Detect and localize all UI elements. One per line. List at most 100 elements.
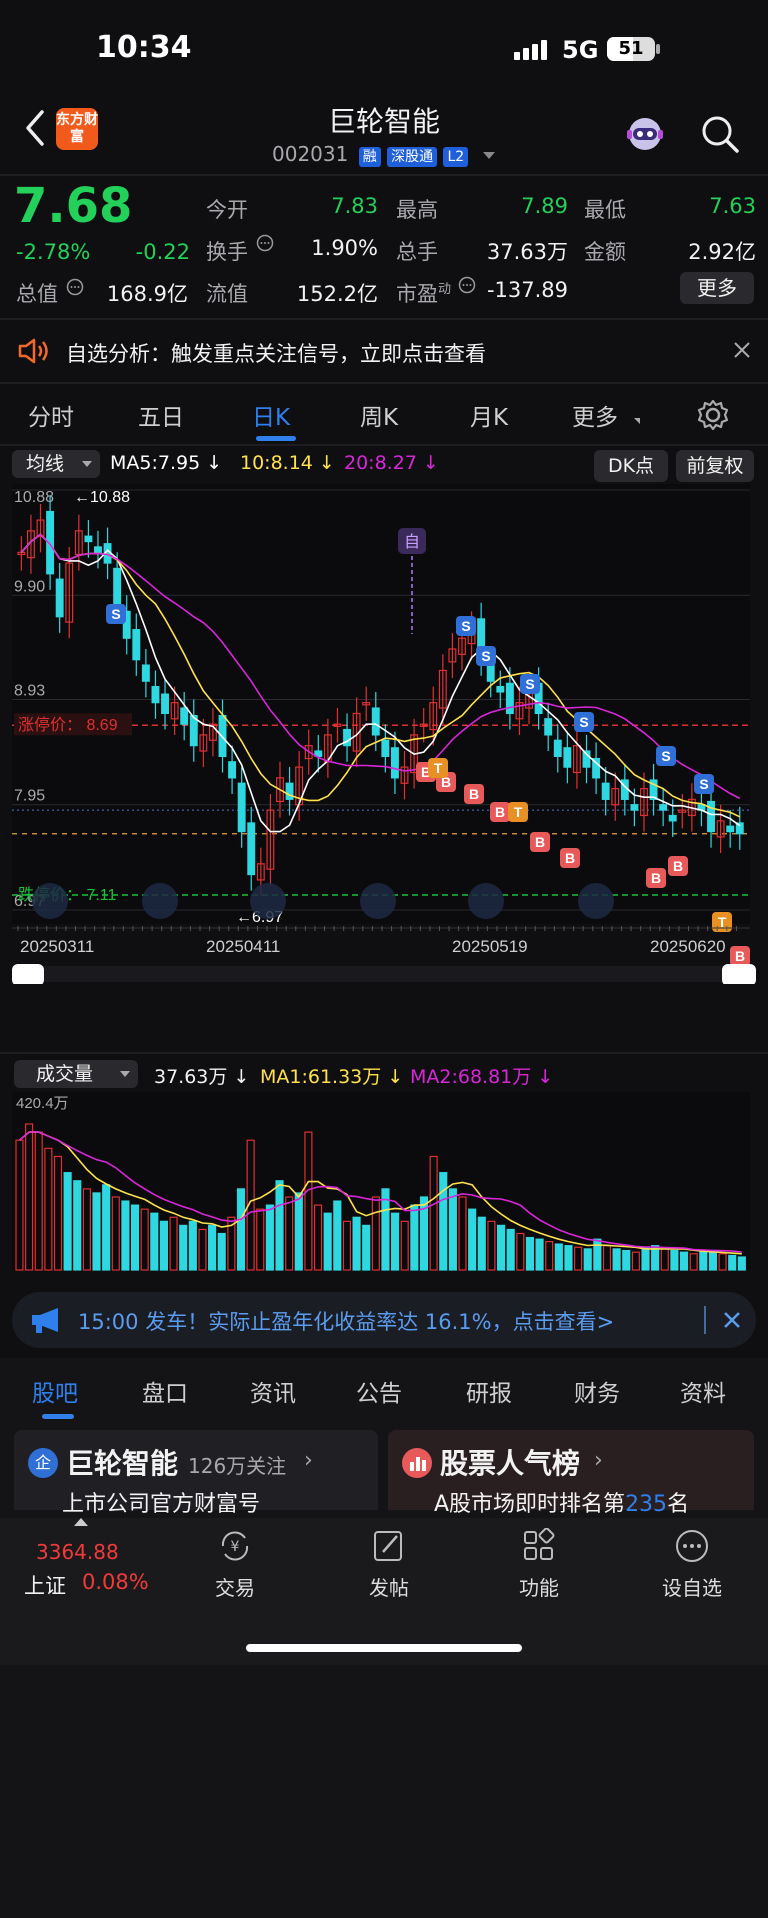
volume-bar bbox=[439, 1172, 448, 1271]
network-type: 5G bbox=[562, 36, 599, 64]
ma5-value: MA5:7.95 ↓ bbox=[110, 452, 223, 474]
svg-text:B: B bbox=[673, 858, 683, 874]
tab-3[interactable]: 周K bbox=[360, 398, 398, 432]
last-price: 7.68 bbox=[14, 178, 133, 234]
signal-badge: S bbox=[574, 712, 594, 732]
volume-label: 总手 bbox=[396, 240, 438, 264]
chart-nav-button[interactable] bbox=[250, 883, 286, 919]
volume-bar bbox=[130, 1204, 140, 1271]
adjust-button[interactable]: 前复权 bbox=[676, 450, 754, 482]
volume-bar bbox=[699, 1249, 708, 1271]
svg-text:B: B bbox=[735, 948, 745, 964]
tab-2[interactable]: 日K bbox=[252, 398, 290, 432]
ma10-value: 10:8.14 ↓ bbox=[240, 452, 335, 474]
high-label: 最高 bbox=[396, 198, 438, 222]
signal-badge: T bbox=[712, 912, 732, 932]
chart-nav-button[interactable] bbox=[32, 883, 68, 919]
volume-bar bbox=[217, 1232, 226, 1271]
price-label: 10.88 bbox=[14, 489, 54, 506]
more-button[interactable]: 更多 bbox=[680, 272, 754, 304]
info-tab-3[interactable]: 公告 bbox=[356, 1374, 402, 1408]
volume-bar bbox=[477, 1216, 486, 1271]
signal-badge: S bbox=[520, 674, 540, 694]
volume-value: 37.63万 bbox=[486, 240, 568, 264]
signal-badge: S bbox=[476, 646, 496, 666]
svg-text:S: S bbox=[525, 676, 534, 692]
volume-bar bbox=[728, 1254, 737, 1271]
company-card-line: 上市公司官方财富号 bbox=[62, 1492, 261, 1517]
info-tab-2[interactable]: 资讯 bbox=[250, 1374, 296, 1408]
settings-gear-icon[interactable] bbox=[696, 398, 730, 432]
volume-bar bbox=[362, 1224, 371, 1271]
tab-4[interactable]: 月K bbox=[470, 398, 508, 432]
tab-0[interactable]: 分时 bbox=[28, 398, 74, 432]
volume-chart[interactable]: 420.4万 bbox=[0, 1092, 768, 1278]
watch-marker: 自 bbox=[398, 528, 426, 554]
volume-indicator-selector[interactable]: 成交量 bbox=[14, 1060, 138, 1088]
volume-bar bbox=[381, 1188, 390, 1271]
nav-functions[interactable]: 功能 bbox=[514, 1527, 564, 1608]
info-icon[interactable] bbox=[66, 278, 84, 296]
svg-text:S: S bbox=[461, 618, 470, 634]
info-tab-4[interactable]: 研报 bbox=[466, 1374, 512, 1408]
status-time: 10:34 bbox=[96, 30, 192, 65]
nav-post[interactable]: 发帖 bbox=[364, 1528, 414, 1608]
info-icon[interactable] bbox=[458, 276, 476, 294]
company-card[interactable]: 企 巨轮智能 126万关注 › 上市公司官方财富号 bbox=[14, 1430, 378, 1517]
svg-text:B: B bbox=[469, 786, 479, 802]
info-tab-6[interactable]: 资料 bbox=[680, 1374, 726, 1408]
open-value: 7.83 bbox=[331, 194, 378, 218]
volume-bar bbox=[641, 1246, 650, 1271]
popularity-card[interactable]: 股票人气榜 › A股市场即时排名第235名 bbox=[388, 1430, 754, 1517]
signal-badge: B bbox=[464, 784, 484, 804]
index-pct[interactable]: 0.08% bbox=[82, 1570, 149, 1594]
chart-nav-button[interactable] bbox=[142, 883, 178, 919]
volume-bar bbox=[612, 1248, 621, 1271]
chart-nav-button[interactable] bbox=[578, 883, 614, 919]
svg-text:S: S bbox=[579, 714, 588, 730]
volume-max-label: 420.4万 bbox=[16, 1095, 69, 1112]
close-icon[interactable] bbox=[732, 340, 752, 360]
stock-code-row[interactable]: 002031 融 深股通 L2 bbox=[272, 142, 495, 167]
period-tabs: 分时 五日 日K 周K 月K 更多 bbox=[0, 392, 680, 444]
info-tab-0[interactable]: 股吧 bbox=[32, 1374, 78, 1408]
indicator-selector[interactable]: 均线 bbox=[12, 450, 100, 478]
nav-trade[interactable]: ¥ 交易 bbox=[210, 1528, 260, 1608]
index-value[interactable]: 3364.88 bbox=[36, 1540, 119, 1564]
svg-text:自: 自 bbox=[404, 532, 420, 551]
chart-nav-button[interactable] bbox=[468, 883, 504, 919]
battery-tip bbox=[656, 44, 660, 54]
change-value: -0.22 bbox=[135, 240, 190, 264]
volume-bar bbox=[506, 1228, 515, 1271]
volume-bar bbox=[265, 1204, 274, 1271]
volume-bar bbox=[525, 1236, 535, 1271]
chart-nav-button[interactable] bbox=[360, 883, 396, 919]
divider bbox=[0, 174, 768, 176]
svg-text:T: T bbox=[514, 804, 523, 820]
tab-1[interactable]: 五日 bbox=[138, 398, 184, 432]
volume-bar bbox=[150, 1212, 159, 1271]
volume-ma2: MA2:68.81万 ↓ bbox=[410, 1066, 554, 1088]
volume-bar bbox=[352, 1216, 361, 1271]
robot-assistant-icon[interactable] bbox=[622, 112, 668, 158]
range-handle-right[interactable] bbox=[722, 964, 756, 984]
nav-add-watchlist[interactable]: 设自选 bbox=[654, 1528, 730, 1608]
dk-point-button[interactable]: DK点 bbox=[594, 450, 668, 482]
kline-chart[interactable]: 10.889.908.937.956.97涨停价： 8.69跌停价： 7.11←… bbox=[0, 484, 768, 984]
info-tab-5[interactable]: 财务 bbox=[574, 1374, 620, 1408]
ad-banner[interactable]: 15:00 发车！实际止盈年化收益率达 16.1%，点击查看> bbox=[12, 1292, 756, 1348]
index-name[interactable]: 上证 bbox=[24, 1570, 66, 1600]
info-icon[interactable] bbox=[256, 234, 274, 252]
info-tab-1[interactable]: 盘口 bbox=[142, 1374, 188, 1408]
nav-add-watchlist-label: 设自选 bbox=[662, 1576, 722, 1600]
volume-bar bbox=[92, 1192, 101, 1271]
info-tabs: 股吧 盘口 资讯 公告 研报 财务 资料 bbox=[0, 1374, 768, 1424]
search-icon[interactable] bbox=[700, 114, 740, 154]
volume-bar bbox=[294, 1192, 303, 1271]
tab-5[interactable]: 更多 bbox=[572, 398, 618, 432]
volume-bar bbox=[670, 1249, 679, 1271]
range-handle-left[interactable] bbox=[12, 964, 44, 984]
tag-connect: 深股通 bbox=[387, 147, 438, 167]
alert-text[interactable]: 自选分析：触发重点关注信号，立即点击查看 bbox=[66, 338, 486, 368]
close-icon[interactable] bbox=[722, 1310, 742, 1330]
